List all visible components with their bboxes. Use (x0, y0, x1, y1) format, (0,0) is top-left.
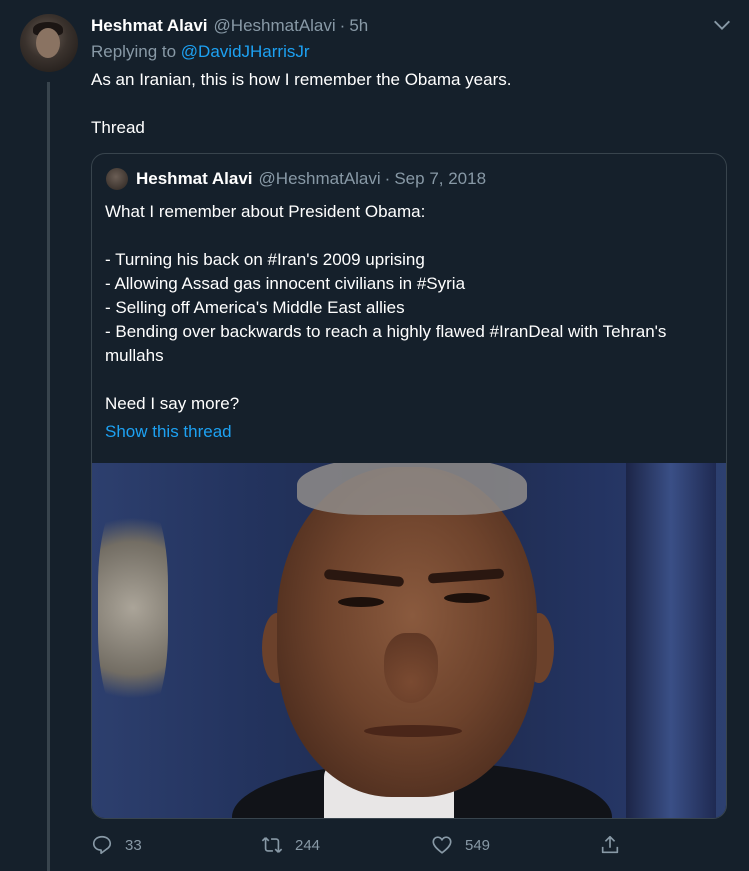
thread-connector-line (47, 82, 50, 871)
quoted-text-line: - Allowing Assad gas innocent civilians … (105, 274, 466, 293)
quoted-author-handle: @HeshmatAlavi (258, 169, 381, 188)
reply-to-link[interactable]: @DavidJHarrisJr (181, 42, 310, 61)
show-thread-link[interactable]: Show this thread (105, 422, 232, 442)
quoted-text-line: What I remember about President Obama: (105, 202, 426, 221)
reply-count: 33 (125, 836, 142, 854)
reply-action[interactable]: 33 (91, 830, 142, 860)
tweet-text-line: Thread (91, 118, 145, 137)
quoted-header: Heshmat Alavi @HeshmatAlavi · Sep 7, 201… (106, 166, 486, 192)
photo-nose (384, 633, 438, 703)
quoted-text: What I remember about President Obama: -… (105, 200, 705, 416)
like-count: 549 (465, 836, 491, 854)
quoted-text-line: - Selling off America's Middle East alli… (105, 298, 405, 317)
photo-head (277, 467, 537, 797)
separator-dot: · (384, 169, 391, 188)
author-name[interactable]: Heshmat Alavi (91, 16, 208, 36)
quoted-tweet[interactable]: Heshmat Alavi @HeshmatAlavi · Sep 7, 201… (91, 153, 727, 819)
tweet-actions: 33 244 549 (91, 830, 721, 860)
replying-to: Replying to @DavidJHarrisJr (91, 42, 310, 62)
reply-prefix: Replying to (91, 42, 177, 61)
like-icon[interactable] (431, 834, 453, 856)
quoted-text-line: Need I say more? (105, 394, 240, 413)
quoted-photo[interactable] (92, 463, 726, 818)
photo-mouth (364, 725, 462, 737)
retweet-action[interactable]: 244 (261, 830, 320, 860)
quoted-avatar (106, 168, 128, 190)
tweet-text: As an Iranian, this is how I remember th… (91, 68, 721, 140)
avatar-face (36, 28, 60, 58)
share-action[interactable] (599, 830, 633, 860)
photo-flag (98, 493, 168, 723)
separator-dot: · (339, 16, 346, 35)
tweet-header: Heshmat Alavi @HeshmatAlavi · 5h (91, 14, 729, 38)
tweet-time[interactable]: 5h (349, 16, 368, 36)
quoted-author-name: Heshmat Alavi (136, 169, 253, 188)
like-action[interactable]: 549 (431, 830, 490, 860)
photo-hair (297, 463, 527, 515)
quoted-text-line: - Bending over backwards to reach a high… (105, 322, 667, 365)
retweet-icon[interactable] (261, 834, 283, 856)
chevron-down-icon[interactable] (711, 14, 733, 36)
photo-curtain (626, 463, 716, 818)
photo-eye (338, 597, 384, 607)
author-handle[interactable]: @HeshmatAlavi (214, 16, 336, 36)
photo-eye (444, 593, 490, 603)
share-icon[interactable] (599, 834, 621, 856)
retweet-count: 244 (295, 836, 321, 854)
reply-icon[interactable] (91, 834, 113, 856)
quoted-text-line: - Turning his back on #Iran's 2009 upris… (105, 250, 425, 269)
tweet-text-line: As an Iranian, this is how I remember th… (91, 70, 512, 89)
author-avatar[interactable] (20, 14, 78, 72)
quoted-date: Sep 7, 2018 (394, 169, 487, 188)
